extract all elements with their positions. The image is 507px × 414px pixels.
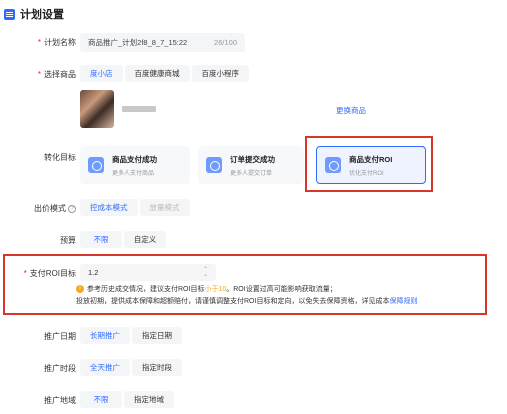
help-icon[interactable]: ? bbox=[68, 204, 76, 213]
date-options: 长期推广 指定日期 bbox=[80, 327, 182, 344]
time-label: 推广时段 bbox=[44, 364, 76, 373]
info-icon: ! bbox=[76, 285, 84, 294]
product-name-blurred bbox=[122, 106, 156, 112]
option-cost-control[interactable]: 控成本模式 bbox=[80, 199, 138, 216]
option-custom[interactable]: 自定义 bbox=[124, 231, 166, 248]
plan-name-label: * 计划名称 bbox=[37, 38, 76, 47]
goal-card-order-submit[interactable]: 订单提交成功 更多人提交订单 bbox=[198, 146, 304, 184]
option-long-term[interactable]: 长期推广 bbox=[80, 327, 130, 344]
document-icon bbox=[206, 157, 222, 173]
conversion-label: 转化目标 bbox=[44, 153, 76, 162]
char-count: 26/100 bbox=[214, 38, 237, 47]
roi-target-input[interactable]: 1.2 ⌃ ⌄ bbox=[80, 264, 216, 281]
selected-product bbox=[80, 86, 380, 132]
product-source-tabs: 度小店 百度健康商城 百度小程序 bbox=[80, 65, 249, 82]
option-region-unlimited[interactable]: 不限 bbox=[80, 391, 122, 408]
product-label: * 选择商品 bbox=[37, 70, 76, 79]
wallet-icon bbox=[88, 157, 104, 173]
time-options: 全天推广 指定时段 bbox=[80, 359, 182, 376]
card-subtitle: 更多人提交订单 bbox=[230, 170, 273, 177]
plan-name-value: 商品推广_计划2f8_8_7_15:22 bbox=[88, 38, 188, 47]
tip-text-line2: 投放初期，提供成本保障和超额赔付，请谨慎调整支付ROI目标和定向，以免失去保障资… bbox=[76, 298, 390, 305]
option-specific-date[interactable]: 指定日期 bbox=[132, 327, 182, 344]
date-label: 推广日期 bbox=[44, 332, 76, 341]
number-stepper[interactable]: ⌃ ⌄ bbox=[203, 267, 208, 278]
card-title: 商品支付成功 bbox=[112, 154, 157, 164]
plan-name-input[interactable]: 商品推广_计划2f8_8_7_15:22 26/100 bbox=[80, 33, 245, 52]
tab-health-mall[interactable]: 百度健康商城 bbox=[124, 65, 190, 82]
section-title: 计划设置 bbox=[20, 9, 64, 21]
region-options: 不限 指定地域 bbox=[80, 391, 174, 408]
option-specific-time[interactable]: 指定时段 bbox=[132, 359, 182, 376]
card-subtitle: 更多人支付商品 bbox=[112, 170, 155, 177]
tip-highlight: 小于10 bbox=[204, 286, 227, 293]
highlight-box-roi-card bbox=[305, 136, 433, 192]
swap-product-link[interactable]: 更换商品 bbox=[336, 105, 366, 116]
list-icon bbox=[4, 8, 15, 20]
tab-mini-program[interactable]: 百度小程序 bbox=[191, 65, 249, 82]
bid-mode-label: 出价模式? bbox=[34, 203, 76, 214]
tab-duxiaodian[interactable]: 度小店 bbox=[80, 65, 123, 82]
roi-tip: ! 参考历史成交情况，建议支付ROI目标小于10。ROI设置过高可能影响获取流量；… bbox=[76, 284, 486, 308]
bid-mode-options: 控成本模式 放量模式 bbox=[80, 199, 190, 216]
card-title: 订单提交成功 bbox=[230, 154, 275, 164]
option-volume[interactable]: 放量模式 bbox=[139, 199, 190, 216]
region-label: 推广地域 bbox=[44, 396, 76, 405]
option-specific-region[interactable]: 指定地域 bbox=[124, 391, 174, 408]
roi-value: 1.2 bbox=[88, 268, 99, 277]
section-header: 计划设置 bbox=[4, 6, 64, 22]
product-thumbnail bbox=[80, 90, 114, 128]
option-all-day[interactable]: 全天推广 bbox=[80, 359, 130, 376]
tip-text: 参考历史成交情况，建议支付ROI目标 bbox=[87, 286, 205, 293]
roi-label: * 支付ROI目标 bbox=[23, 269, 76, 278]
tip-text-suffix: 。ROI设置过高可能影响获取流量； bbox=[226, 286, 337, 293]
goal-card-pay-success[interactable]: 商品支付成功 更多人支付商品 bbox=[80, 146, 190, 184]
budget-options: 不限 自定义 bbox=[80, 231, 166, 248]
option-unlimited[interactable]: 不限 bbox=[80, 231, 122, 248]
guarantee-rules-link[interactable]: 保障规则 bbox=[389, 298, 417, 305]
budget-label: 预算 bbox=[60, 236, 76, 245]
